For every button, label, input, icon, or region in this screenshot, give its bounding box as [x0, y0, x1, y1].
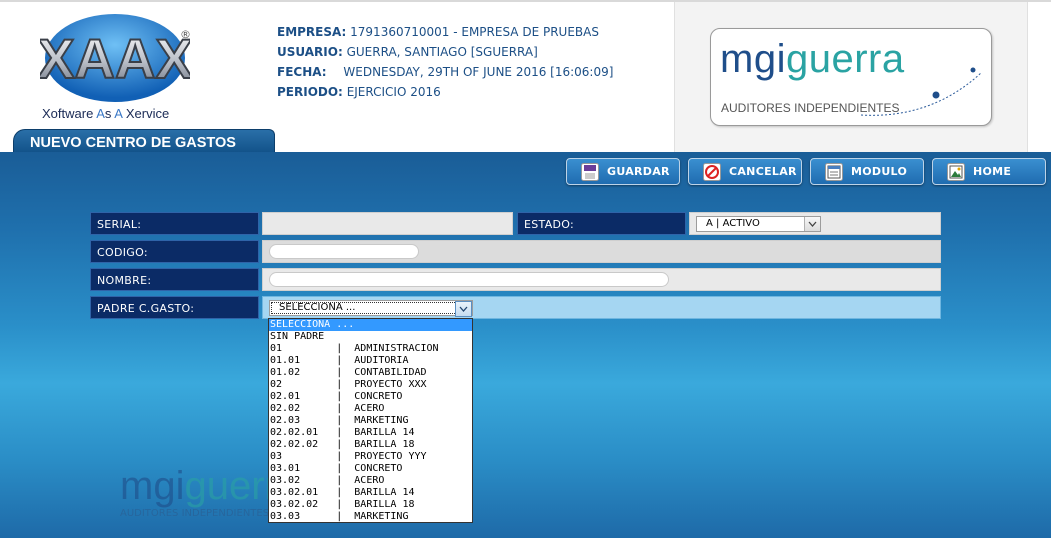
dropdown-option[interactable]: 02.02.02 | BARILLA 18	[269, 439, 472, 451]
header: XAAX ® Xoftware As A Xervice EMPRESA: 17…	[0, 0, 1051, 155]
nombre-label: NOMBRE:	[90, 268, 259, 291]
codigo-input[interactable]	[269, 244, 419, 259]
estado-label: ESTADO:	[517, 212, 686, 235]
nombre-input[interactable]	[269, 272, 669, 287]
window-icon	[825, 162, 843, 181]
session-info: EMPRESA: 1791360710001 - EMPRESA DE PRUE…	[277, 25, 613, 105]
dropdown-option[interactable]: SIN PADRE	[269, 331, 472, 343]
dropdown-option[interactable]: 03.03 | MARKETING	[269, 511, 472, 522]
codigo-label: CODIGO:	[90, 240, 259, 263]
dropdown-option[interactable]: 03.02 | ACERO	[269, 475, 472, 487]
toolbar: GUARDAR CANCELAR MODULO HOME	[566, 158, 1046, 185]
dropdown-option[interactable]: 03.02.02 | BARILLA 18	[269, 499, 472, 511]
dropdown-option[interactable]: 03.01 | CONCRETO	[269, 463, 472, 475]
dropdown-option[interactable]: 03 | PROYECTO YYY	[269, 451, 472, 463]
cancel-button[interactable]: CANCELAR	[688, 158, 802, 185]
dropdown-option[interactable]: 01.02 | CONTABILIDAD	[269, 367, 472, 379]
estado-cell: A | ACTIVO	[689, 212, 941, 235]
dropdown-option[interactable]: 01 | ADMINISTRACION	[269, 343, 472, 355]
chevron-down-icon	[455, 301, 472, 317]
module-button[interactable]: MODULO	[810, 158, 924, 185]
codigo-cell	[262, 240, 941, 263]
dropdown-option[interactable]: 02.03 | MARKETING	[269, 415, 472, 427]
brand-panel: mgiguerra AUDITORES INDEPENDIENTES	[674, 2, 1028, 152]
padre-dropdown-list[interactable]: SELECCIONA ... SIN PADRE 01 | ADMINISTRA…	[268, 318, 473, 523]
home-button[interactable]: HOME	[932, 158, 1046, 185]
dropdown-option[interactable]: SELECCIONA ...	[269, 319, 472, 331]
info-periodo: PERIODO: EJERCICIO 2016	[277, 85, 441, 99]
nombre-cell	[262, 268, 941, 291]
dropdown-option[interactable]: 01.01 | AUDITORIA	[269, 355, 472, 367]
padre-label: PADRE C.GASTO:	[90, 296, 259, 319]
dropdown-option[interactable]: 02.02 | ACERO	[269, 403, 472, 415]
padre-cell: SELECCIONA ...	[262, 296, 941, 319]
home-picture-icon	[947, 162, 965, 181]
padre-select[interactable]: SELECCIONA ...	[269, 300, 473, 317]
dropdown-option[interactable]: 02 | PROYECTO XXX	[269, 379, 472, 391]
dropdown-option[interactable]: 02.02.01 | BARILLA 14	[269, 427, 472, 439]
mgiguerra-logo: mgiguerra AUDITORES INDEPENDIENTES	[710, 28, 992, 126]
serial-value	[262, 212, 513, 235]
info-usuario: USUARIO: GUERRA, SANTIAGO [SGUERRA]	[277, 45, 538, 59]
cancel-icon	[703, 162, 721, 181]
xaax-tagline: Xoftware As A Xervice	[42, 106, 170, 121]
floppy-disk-icon	[581, 162, 599, 181]
info-fecha: FECHA: WEDNESDAY, 29TH OF JUNE 2016 [16:…	[277, 65, 614, 79]
main-area: GUARDAR CANCELAR MODULO HOME SERIAL: EST…	[0, 152, 1051, 538]
chevron-down-icon	[804, 217, 820, 231]
dropdown-option[interactable]: 03.02.01 | BARILLA 14	[269, 487, 472, 499]
svg-text:XAAX: XAAX	[40, 27, 190, 90]
svg-text:®: ®	[180, 28, 190, 41]
dropdown-option[interactable]: 02.01 | CONCRETO	[269, 391, 472, 403]
serial-label: SERIAL:	[90, 212, 259, 235]
info-empresa: EMPRESA: 1791360710001 - EMPRESA DE PRUE…	[277, 25, 599, 39]
save-button[interactable]: GUARDAR	[566, 158, 680, 185]
estado-select[interactable]: A | ACTIVO	[696, 216, 821, 232]
